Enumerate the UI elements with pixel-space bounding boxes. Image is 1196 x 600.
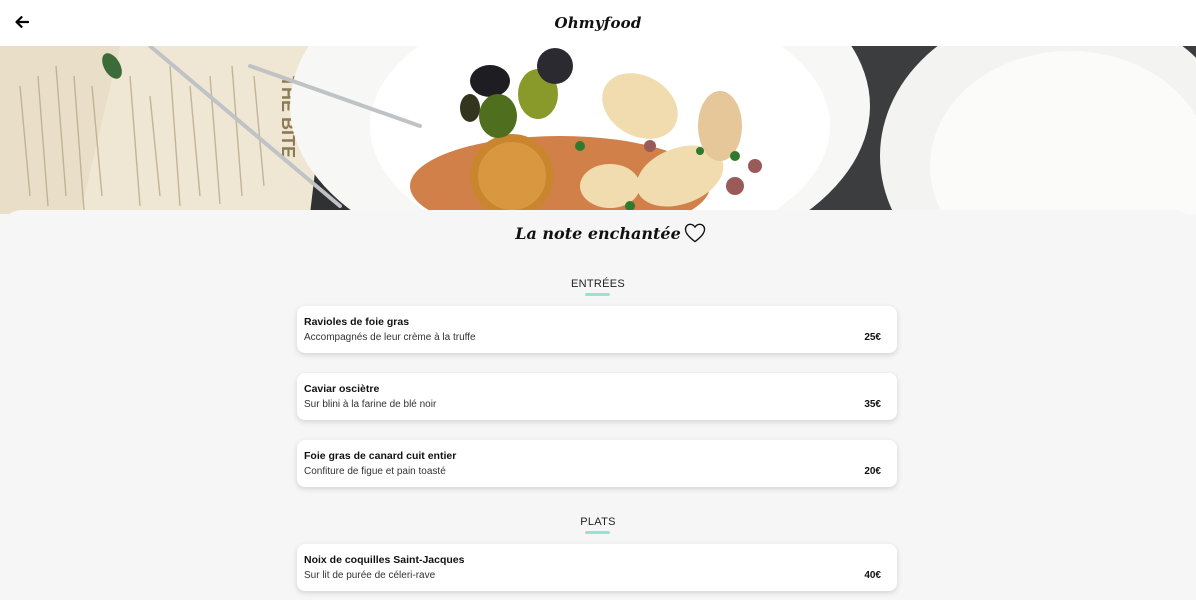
- back-button[interactable]: [12, 12, 32, 32]
- menu-item-name: Caviar osciètre: [304, 383, 380, 395]
- section-title-entrees: ENTRÉES: [570, 278, 626, 290]
- restaurant-title: La note enchantée: [515, 224, 681, 243]
- menu-item-price: 35€: [864, 399, 881, 410]
- app-header: Ohmyfood: [0, 0, 1196, 46]
- food-photo: THE BITE: [0, 46, 1196, 214]
- hero-image: THE BITE: [0, 46, 1196, 214]
- menu-item-description: Sur blini à la farine de blé noir: [304, 399, 437, 410]
- menu-item-name: Noix de coquilles Saint-Jacques: [304, 554, 465, 566]
- menu-item-name: Foie gras de canard cuit entier: [304, 450, 457, 462]
- menu-item-card[interactable]: Ravioles de foie gras Accompagnés de leu…: [297, 306, 897, 353]
- section-title-plats: PLATS: [580, 516, 616, 528]
- menu-panel: La note enchantée ENTRÉES Ravioles de fo…: [0, 210, 1196, 600]
- menu-item-name: Ravioles de foie gras: [304, 316, 410, 328]
- section-underline: [585, 531, 610, 534]
- menu-item-description: Confiture de figue et pain toasté: [304, 466, 446, 477]
- menu-item-card[interactable]: Foie gras de canard cuit entier Confitur…: [297, 440, 897, 487]
- arrow-left-icon: [15, 16, 29, 28]
- logo[interactable]: Ohmyfood: [554, 14, 641, 32]
- menu-item-description: Accompagnés de leur crème à la truffe: [304, 332, 476, 343]
- menu-item-card[interactable]: Noix de coquilles Saint-Jacques Sur lit …: [297, 544, 897, 591]
- menu-item-description: Sur lit de purée de céleri-rave: [304, 570, 436, 581]
- heart-outline-icon[interactable]: [684, 223, 706, 243]
- menu-item-price: 25€: [864, 332, 881, 343]
- menu-item-card[interactable]: Caviar osciètre Sur blini à la farine de…: [297, 373, 897, 420]
- menu-item-price: 40€: [864, 570, 881, 581]
- menu-item-price: 20€: [864, 466, 881, 477]
- section-underline: [585, 293, 610, 296]
